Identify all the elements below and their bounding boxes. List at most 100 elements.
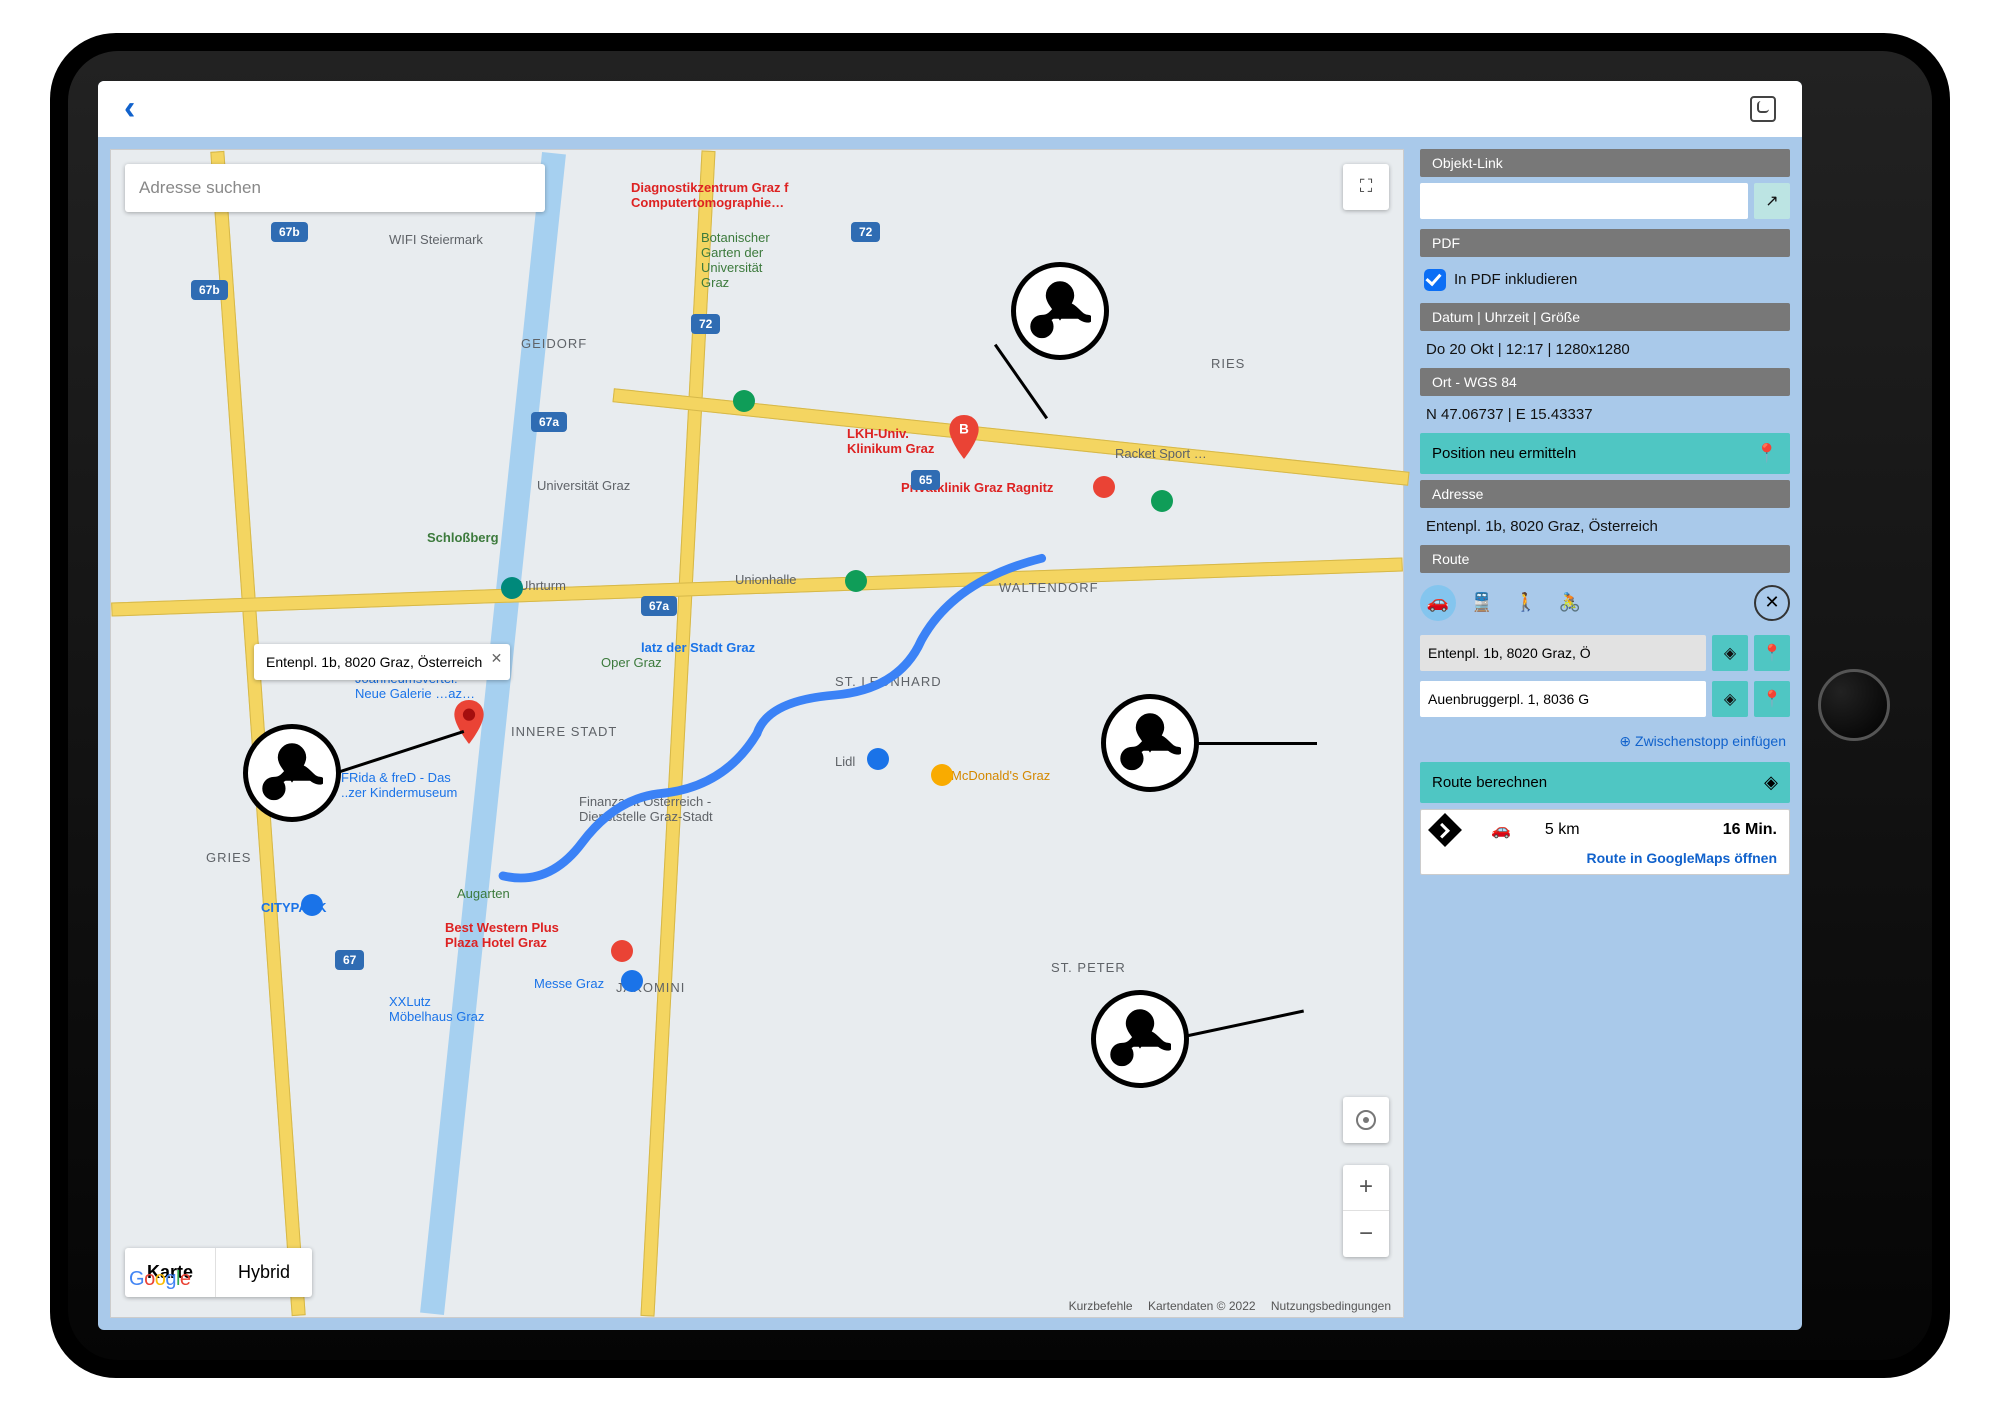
- home-button[interactable]: [1818, 669, 1890, 741]
- result-distance: 5 km: [1545, 821, 1580, 839]
- back-button[interactable]: ‹: [124, 89, 135, 128]
- zoom-out-button[interactable]: −: [1343, 1211, 1389, 1257]
- section-objekt-link: Objekt-Link: [1420, 149, 1790, 177]
- result-duration: 16 Min.: [1723, 821, 1777, 839]
- pick-start-on-map-button[interactable]: 📍: [1754, 635, 1790, 671]
- poi-dot: [1151, 490, 1173, 512]
- mode-walk[interactable]: 🚶: [1508, 585, 1544, 621]
- open-in-googlemaps-link[interactable]: Route in GoogleMaps öffnen: [1433, 850, 1777, 866]
- hwy-shield: 65: [911, 470, 940, 490]
- topbar: ‹: [98, 81, 1802, 137]
- map-district: ST. LEONHARD: [835, 674, 942, 689]
- route-icon-badge: [1091, 990, 1189, 1088]
- credits-terms[interactable]: Nutzungsbedingungen: [1271, 1299, 1391, 1313]
- pick-end-on-map-button[interactable]: 📍: [1754, 681, 1790, 717]
- zoom-controls: + −: [1343, 1165, 1389, 1257]
- fullscreen-button[interactable]: ⛶: [1343, 164, 1389, 210]
- address-search-input[interactable]: Adresse suchen: [125, 164, 545, 212]
- callout-close[interactable]: ✕: [491, 650, 503, 667]
- mode-car[interactable]: 🚗: [1420, 585, 1456, 621]
- route-start-input[interactable]: [1420, 635, 1706, 671]
- map-poi-label: Oper Graz: [601, 655, 662, 670]
- location-value: N 47.06737 | E 15.43337: [1420, 402, 1790, 427]
- hwy-shield: 72: [691, 314, 720, 334]
- map-type-hybrid[interactable]: Hybrid: [215, 1248, 312, 1297]
- datetime-value: Do 20 Okt | 12:17 | 1280x1280: [1420, 337, 1790, 362]
- poi-dot: [611, 940, 633, 962]
- result-mode-icon: 🚗: [1491, 820, 1511, 840]
- save-button[interactable]: [1750, 96, 1776, 122]
- objekt-link-input[interactable]: [1420, 183, 1748, 219]
- mode-transit[interactable]: 🚆: [1464, 585, 1500, 621]
- map-pin-b[interactable]: B: [949, 415, 979, 459]
- route-icon-badge: [1011, 262, 1109, 360]
- map-pin-a[interactable]: [454, 700, 484, 744]
- zoom-in-button[interactable]: +: [1343, 1165, 1389, 1211]
- open-link-icon: ↗: [1765, 191, 1778, 211]
- section-pdf: PDF: [1420, 229, 1790, 257]
- calculate-route-button[interactable]: Route berechnen ◈: [1420, 762, 1790, 803]
- map-poi-label: Finanzamt Österreich - Dienststelle Graz…: [579, 794, 713, 824]
- map-credits: Kurzbefehle Kartendaten © 2022 Nutzungsb…: [1063, 1299, 1397, 1313]
- hwy-shield: 67b: [191, 280, 228, 300]
- map-poi-label: FRida & freD - Das ..zer Kindermuseum: [341, 770, 457, 800]
- poi-dot: [621, 970, 643, 992]
- map-column: B Entenpl. 1b, 8020 Graz, Österreich ✕ A…: [110, 149, 1404, 1318]
- address-value: Entenpl. 1b, 8020 Graz, Österreich: [1420, 514, 1790, 539]
- route-icon-badge: [243, 724, 341, 822]
- route-icon-badge: [1101, 694, 1199, 792]
- map-poi-label: McDonald's Graz: [951, 768, 1050, 783]
- connector: [1186, 1009, 1304, 1037]
- route-result-card: 🚗 5 km 16 Min. Route in GoogleMaps öffne…: [1420, 809, 1790, 875]
- map-poi-label: Universität Graz: [537, 478, 630, 493]
- river: [420, 151, 566, 1314]
- map-district: INNERE STADT: [511, 724, 617, 739]
- road: [612, 388, 1409, 486]
- section-address: Adresse: [1420, 480, 1790, 508]
- poi-dot: [931, 764, 953, 786]
- hwy-shield: 67b: [271, 222, 308, 242]
- connector: [340, 729, 465, 772]
- map-poi-label: Schloßberg: [427, 530, 499, 545]
- road: [111, 557, 1403, 616]
- section-route: Route: [1420, 545, 1790, 573]
- map-poi-label: Lidl: [835, 754, 855, 769]
- app-screen: ‹ B: [98, 81, 1802, 1330]
- google-logo: Google: [129, 1268, 191, 1291]
- connector: [1197, 742, 1317, 745]
- hwy-shield: 67: [335, 950, 364, 970]
- use-end-location-button[interactable]: ◈: [1712, 681, 1748, 717]
- pdf-include-label: In PDF inkludieren: [1454, 271, 1577, 288]
- relocate-button[interactable]: Position neu ermitteln 📍: [1420, 433, 1790, 474]
- svg-text:B: B: [959, 421, 969, 436]
- mode-clear[interactable]: ✕: [1754, 585, 1790, 621]
- hwy-shield: 67a: [641, 596, 677, 616]
- credits-data[interactable]: Kartendaten © 2022: [1148, 1299, 1256, 1313]
- route-end-input[interactable]: [1420, 681, 1706, 717]
- map-district: RIES: [1211, 356, 1245, 371]
- sidebar: Objekt-Link ↗ PDF In PDF inkludieren Dat…: [1420, 149, 1790, 1318]
- poi-dot: [301, 894, 323, 916]
- poi-dot: [501, 577, 523, 599]
- map[interactable]: B Entenpl. 1b, 8020 Graz, Österreich ✕ A…: [110, 149, 1404, 1318]
- my-location-button[interactable]: [1343, 1097, 1389, 1143]
- relocate-label: Position neu ermitteln: [1432, 445, 1576, 462]
- map-poi-label: latz der Stadt Graz: [641, 640, 755, 655]
- open-link-button[interactable]: ↗: [1754, 183, 1790, 219]
- mode-bike[interactable]: 🚴: [1552, 585, 1588, 621]
- map-district: GRIES: [206, 850, 251, 865]
- use-start-location-button[interactable]: ◈: [1712, 635, 1748, 671]
- map-poi-label: Messe Graz: [534, 976, 604, 991]
- poi-dot: [845, 570, 867, 592]
- diamond-icon: ◈: [1764, 772, 1778, 793]
- credits-shortcuts[interactable]: Kurzbefehle: [1069, 1299, 1133, 1313]
- calc-label: Route berechnen: [1432, 774, 1547, 791]
- poi-dot: [1093, 476, 1115, 498]
- address-callout[interactable]: Entenpl. 1b, 8020 Graz, Österreich ✕: [254, 644, 510, 680]
- tablet-frame: ‹ B: [50, 33, 1950, 1378]
- hwy-shield: 67a: [531, 412, 567, 432]
- section-datetime: Datum | Uhrzeit | Größe: [1420, 303, 1790, 331]
- add-waypoint-link[interactable]: ⊕ Zwischenstopp einfügen: [1420, 727, 1790, 756]
- pdf-include-checkbox[interactable]: [1424, 269, 1446, 291]
- map-poi-label: Botanischer Garten der Universität Graz: [701, 230, 770, 290]
